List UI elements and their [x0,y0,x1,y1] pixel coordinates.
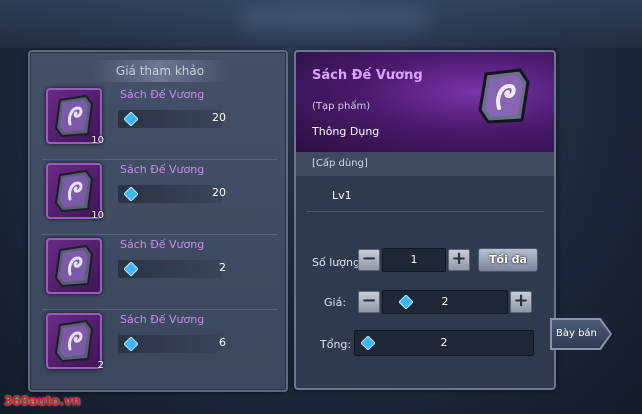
sell-button[interactable]: Bày bán [552,320,610,348]
book-icon [478,68,530,124]
item-price-value: 20 [212,111,226,124]
item-slot[interactable]: 10 [46,163,104,221]
plus-icon: + [513,290,529,311]
item-price: 20 [118,110,226,128]
reference-price-panel: Giá tham khảo 10 Sách Đế Vương 20 10 Sác… [28,50,288,392]
item-name: Sách Đế Vương [120,163,205,176]
level-requirement-header: [Cấp dùng] [296,152,554,176]
item-price-value: 20 [212,186,226,199]
quantity-label: Số lượng: [312,256,364,269]
reference-price-title: Giá tham khảo [92,60,228,82]
quantity-increase-button[interactable]: + [448,249,470,271]
sell-detail-panel: Sách Đế Vương (Tạp phẩm) Thông Dụng [Cấp… [294,50,556,390]
item-slot[interactable]: 10 [46,88,104,146]
total-label: Tổng: [320,338,352,351]
level-requirement-value: Lv1 [332,189,352,202]
price-value: 2 [441,295,449,308]
price-field[interactable]: 2 [382,290,508,314]
item-price-value: 2 [219,261,226,274]
quantity-decrease-button[interactable]: − [358,249,380,271]
reference-item-row[interactable]: 2 Sách Đế Vương 6 [42,309,278,381]
item-price: 2 [118,260,226,278]
item-banner: Sách Đế Vương (Tạp phẩm) Thông Dụng [296,52,554,152]
diamond-icon [124,337,138,351]
item-name: Sách Đế Vương [120,88,205,101]
price-increase-button[interactable]: + [510,291,532,313]
price-decrease-button[interactable]: − [358,291,380,313]
watermark: 360auto.vn [4,394,81,408]
item-name: Sách Đế Vương [120,238,205,251]
minus-icon: − [361,248,377,269]
background-glow [240,6,430,32]
book-icon [54,244,94,288]
diamond-icon [124,262,138,276]
item-slot[interactable]: 2 [46,313,104,371]
detail-item-type: (Tạp phẩm) [312,101,371,112]
book-icon [54,319,94,363]
reference-item-row[interactable]: 10 Sách Đế Vương 20 [42,159,278,235]
detail-item-quality: Thông Dụng [312,125,380,138]
quantity-field[interactable]: 1 [382,248,446,272]
detail-item-name: Sách Đế Vương [312,68,423,83]
item-price: 6 [118,335,226,353]
item-slot[interactable] [46,238,102,294]
total-value: 2 [440,336,448,349]
reference-item-row[interactable]: Sách Đế Vương 2 [42,234,278,310]
quantity-value: 1 [410,253,418,266]
item-count: 2 [97,360,104,371]
item-name: Sách Đế Vương [120,313,205,326]
diamond-icon [124,187,138,201]
diamond-icon [124,112,138,126]
item-count: 10 [91,135,104,146]
section-divider [306,211,544,212]
plus-icon: + [451,248,467,269]
price-label: Giá: [324,296,347,309]
max-quantity-button[interactable]: Tối đa [478,248,538,272]
reference-item-row[interactable]: 10 Sách Đế Vương 20 [42,84,278,160]
total-field: 2 [354,330,534,356]
item-price-value: 6 [219,336,226,349]
item-price: 20 [118,185,226,203]
item-count: 10 [91,210,104,221]
minus-icon: − [361,290,377,311]
